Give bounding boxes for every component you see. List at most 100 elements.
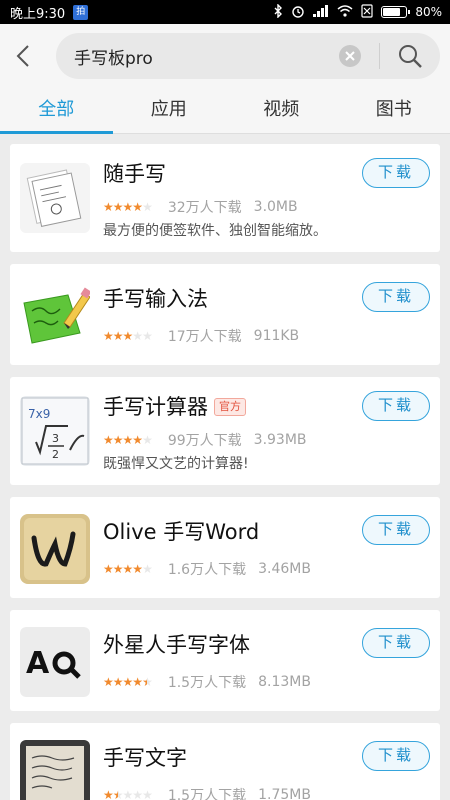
file-size: 8.13MB xyxy=(258,674,311,690)
alarm-icon xyxy=(291,4,305,21)
file-size: 3.93MB xyxy=(253,432,307,448)
star-icon: ★ xyxy=(132,675,143,689)
app-name-text: 手写输入法 xyxy=(103,287,208,311)
download-count: 1.5万人下载 xyxy=(167,675,247,691)
svg-text:A: A xyxy=(26,646,50,681)
tab-all[interactable]: 全部 xyxy=(0,88,113,134)
search-header: 手写板pro xyxy=(0,24,450,88)
notepad-icon[interactable] xyxy=(20,163,90,233)
star-icon: ★ xyxy=(112,200,124,214)
star-icon: ★ xyxy=(112,329,124,343)
chevron-left-icon xyxy=(16,45,29,67)
wifi-icon xyxy=(337,4,353,20)
star-icon: ★ xyxy=(112,675,124,689)
app-name-text: Olive 手写Word xyxy=(103,520,260,544)
star-icon: ★ xyxy=(142,788,153,800)
star-icon: ★ xyxy=(132,788,143,800)
app-card[interactable]: 手写文字 ★ ★ ★ ★ ★ 1.5万人下载 1.75MB 下载 xyxy=(10,723,440,800)
star-icon: ★ xyxy=(122,675,134,689)
app-meta: ★ ★ ★ ★ ★ 1.5万人下载 8.13MB xyxy=(103,672,311,692)
search-query[interactable]: 手写板pro xyxy=(74,44,339,69)
app-name-text: 随手写 xyxy=(103,162,166,186)
rating-stars: ★ ★ ★ ★ ★ xyxy=(103,788,153,800)
app-card[interactable]: Olive 手写Word ★ ★ ★ ★ ★ 1.6万人下载 3.46MB 下载 xyxy=(10,497,440,598)
app-name-text: 手写计算器 xyxy=(103,395,208,419)
status-time: 晚上9:30 xyxy=(10,6,66,22)
app-name-text: 外星人手写字体 xyxy=(103,633,250,657)
official-badge: 官方 xyxy=(214,398,246,416)
svg-text:2: 2 xyxy=(52,448,59,461)
star-icon: ★ xyxy=(112,433,124,447)
star-icon: ★ xyxy=(142,562,153,576)
star-icon: ★ xyxy=(142,433,153,447)
app-meta: ★ ★ ★ ★ ★ 1.6万人下载 3.46MB xyxy=(103,559,311,579)
star-icon: ★ xyxy=(122,562,134,576)
file-size: 3.0MB xyxy=(253,199,298,215)
search-input[interactable]: 手写板pro xyxy=(56,33,440,79)
app-card[interactable]: 7x9 3 2 手写计算器 官方 ★ ★ ★ ★ ★ 99万人下载 3.93MB 既强悍又文艺的计算器!… xyxy=(10,377,440,485)
app-name[interactable]: 外星人手写字体 xyxy=(103,629,250,659)
app-meta: ★ ★ ★ ★ ★ 99万人下载 3.93MB xyxy=(103,430,307,450)
download-button[interactable]: 下载 xyxy=(362,628,430,658)
download-count: 32万人下载 xyxy=(167,200,242,216)
app-description: 最方便的便签软件、独创智能缩放。 xyxy=(103,223,327,239)
rating-stars: ★ ★ ★ ★ ★ xyxy=(103,200,153,214)
file-size: 3.46MB xyxy=(258,561,311,577)
bluetooth-icon xyxy=(273,2,283,21)
battery-icon xyxy=(381,6,411,18)
tab-books[interactable]: 图书 xyxy=(338,88,450,133)
notification-icon: 拍 xyxy=(73,4,89,20)
app-card[interactable]: A 外星人手写字体 ★ ★ ★ ★ ★ 1.5万人下载 8.13MB 下载 xyxy=(10,610,440,711)
app-name[interactable]: Olive 手写Word xyxy=(103,516,259,546)
download-button[interactable]: 下载 xyxy=(362,391,430,421)
download-button[interactable]: 下载 xyxy=(362,741,430,771)
tab-bar: 全部 应用 视频 图书 xyxy=(0,88,450,134)
tab-videos[interactable]: 视频 xyxy=(225,88,338,133)
star-icon: ★ xyxy=(122,788,134,800)
status-bar: 晚上9:30 拍 80% xyxy=(0,0,450,24)
green-pad-pencil-icon[interactable] xyxy=(20,283,90,353)
app-meta: ★ ★ ★ ★ ★ 17万人下载 911KB xyxy=(103,326,299,346)
app-name[interactable]: 手写输入法 xyxy=(103,283,208,313)
app-name[interactable]: 随手写 xyxy=(103,158,166,188)
font-aa-icon[interactable]: A xyxy=(20,627,90,697)
olive-w-icon[interactable] xyxy=(20,514,90,584)
download-button[interactable]: 下载 xyxy=(362,158,430,188)
battery-level xyxy=(383,8,401,16)
star-icon: ★ xyxy=(122,200,134,214)
download-count: 17万人下载 xyxy=(167,329,242,345)
star-icon: ★ xyxy=(103,329,114,343)
app-card[interactable]: 手写输入法 ★ ★ ★ ★ ★ 17万人下载 911KB 下载 xyxy=(10,264,440,365)
search-icon[interactable] xyxy=(396,42,424,70)
app-name[interactable]: 手写文字 xyxy=(103,742,187,772)
app-meta: ★ ★ ★ ★ ★ 1.5万人下载 1.75MB xyxy=(103,785,311,800)
star-icon: ★ xyxy=(142,200,153,214)
cellular-signal-icon xyxy=(313,4,329,20)
star-icon: ★ xyxy=(132,433,143,447)
app-name[interactable]: 手写计算器 官方 xyxy=(103,391,246,421)
app-card[interactable]: 随手写 ★ ★ ★ ★ ★ 32万人下载 3.0MB 最方便的便签软件、独创智能缩放。 下载 xyxy=(10,144,440,252)
tab-apps[interactable]: 应用 xyxy=(113,88,226,133)
rating-stars: ★ ★ ★ ★ ★ xyxy=(103,329,153,343)
calculator-handwriting-icon[interactable]: 7x9 3 2 xyxy=(20,396,90,466)
star-icon: ★ xyxy=(112,788,124,800)
app-description: 既强悍又文艺的计算器! xyxy=(103,456,249,472)
download-button[interactable]: 下载 xyxy=(362,282,430,312)
clear-icon[interactable] xyxy=(339,45,361,67)
star-icon: ★ xyxy=(112,562,124,576)
file-size: 911KB xyxy=(253,328,300,344)
back-button[interactable] xyxy=(0,24,46,88)
star-icon: ★ xyxy=(122,329,134,343)
app-meta: ★ ★ ★ ★ ★ 32万人下载 3.0MB xyxy=(103,197,298,217)
star-icon: ★ xyxy=(103,788,114,800)
star-icon: ★ xyxy=(132,200,143,214)
rating-stars: ★ ★ ★ ★ ★ xyxy=(103,562,153,576)
star-icon: ★ xyxy=(142,329,153,343)
download-count: 1.6万人下载 xyxy=(167,562,247,578)
rating-stars: ★ ★ ★ ★ ★ xyxy=(103,433,153,447)
svg-text:3: 3 xyxy=(52,432,59,445)
star-icon: ★ xyxy=(103,200,114,214)
handwritten-paper-icon[interactable] xyxy=(20,740,90,800)
download-button[interactable]: 下载 xyxy=(362,515,430,545)
star-icon: ★ xyxy=(103,562,114,576)
